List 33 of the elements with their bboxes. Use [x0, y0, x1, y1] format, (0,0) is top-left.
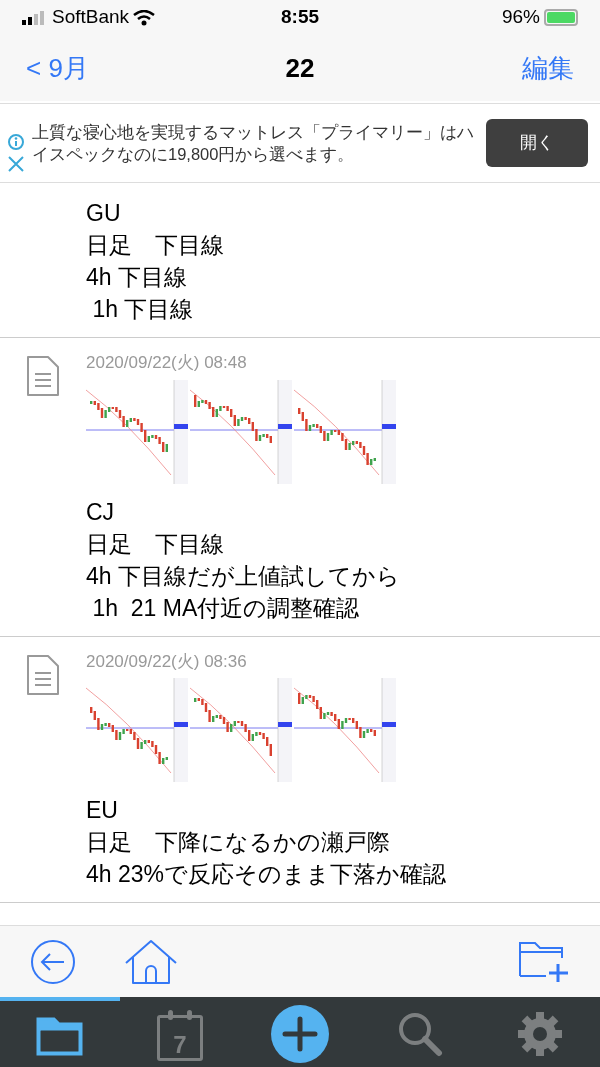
battery-percent: 96%	[501, 5, 540, 30]
new-folder-icon[interactable]	[518, 939, 570, 984]
calendar-tab[interactable]: 7	[120, 997, 240, 1067]
search-icon	[397, 1011, 443, 1057]
carrier-name: SoftBank	[52, 5, 130, 30]
entry-text: 日足 下降になるかの瀬戸際	[86, 828, 391, 857]
entry-text: 1h 21 MA付近の調整確認	[91, 593, 361, 623]
entry-text: 4h 下目線	[86, 263, 188, 292]
open-button[interactable]: 開く	[486, 119, 588, 167]
info-icon[interactable]	[8, 134, 24, 150]
entry-text: 1h 下目線	[91, 295, 195, 324]
back-button[interactable]: < 9月	[26, 48, 176, 88]
document-icon	[25, 354, 61, 398]
entry-text: GU	[86, 199, 122, 228]
entry-text: 4h 23%で反応そのまま下落か確認	[86, 860, 446, 889]
home-icon[interactable]	[124, 938, 178, 985]
entry-text: 4h 下目線だが上値試してから	[86, 561, 400, 591]
entry-date: 2020/09/22(火) 08:48	[86, 352, 248, 374]
battery-icon	[544, 9, 578, 26]
gear-icon	[517, 1011, 563, 1057]
page-title: 22	[284, 51, 316, 85]
entry-text: EU	[86, 796, 119, 825]
ad-text: 上質な寝心地を実現するマットレス「プライマリー」はハイスペックなのに19,800円から選べます。	[32, 122, 474, 165]
clock-time: 8:55	[280, 5, 320, 30]
entry-text: 日足 下目線	[86, 231, 224, 260]
wifi-icon	[133, 9, 156, 26]
entry-text: CJ	[86, 497, 116, 527]
entry-date: 2020/09/22(火) 08:36	[86, 650, 248, 673]
document-icon	[25, 652, 61, 697]
close-icon[interactable]	[8, 156, 24, 172]
entry-text: 日足 下目線	[86, 529, 225, 559]
edit-button[interactable]: 編集	[424, 48, 574, 88]
plus-icon	[271, 1005, 329, 1063]
